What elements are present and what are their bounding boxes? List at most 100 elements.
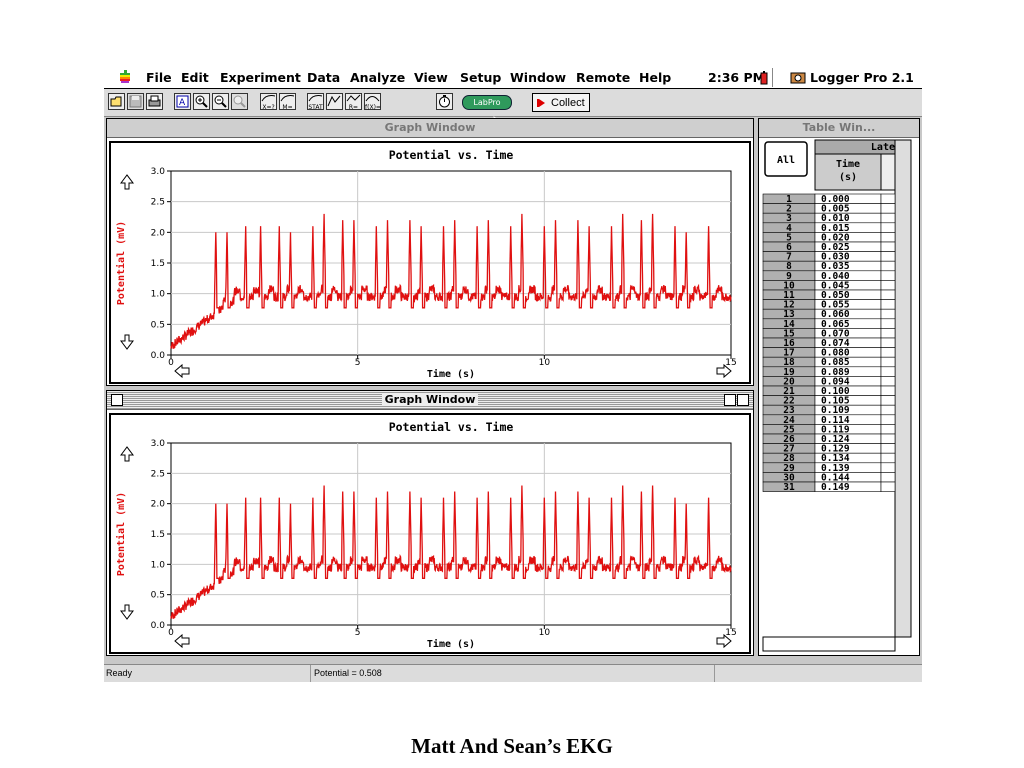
slope-icon[interactable]: M= <box>279 93 296 111</box>
x-tick-label: 15 <box>725 358 736 368</box>
logger-pro-app-icon <box>790 71 806 88</box>
status-bar: Ready Potential = 0.508 <box>104 664 922 682</box>
chart-title: Potential vs. Time <box>389 420 514 434</box>
y-axis-label: Potential (mV) <box>115 221 127 305</box>
curve-fit-icon[interactable]: f(X)= <box>364 93 381 111</box>
row-number: 31 <box>783 482 795 493</box>
all-button-label: All <box>777 155 795 166</box>
menu-experiment[interactable]: Experiment <box>220 70 301 85</box>
chart-potential-vs-time-bottom[interactable]: Potential vs. Time 0 5 10 15 0.0 0.5 1.0 1.5 2.0 2… <box>111 415 749 652</box>
x-tick-label: 5 <box>355 358 361 368</box>
close-box-icon[interactable] <box>111 394 123 406</box>
undo-zoom-icon[interactable] <box>231 93 248 110</box>
battery-icon <box>760 71 768 88</box>
scroll-up-arrow-icon[interactable] <box>120 446 134 462</box>
x-tick-label: 5 <box>355 628 361 638</box>
column-header-line1: Time <box>836 158 860 170</box>
stopwatch-icon[interactable] <box>436 93 453 110</box>
empty-cell <box>880 366 896 377</box>
x-tick-label: 15 <box>725 628 736 638</box>
y-tick-label: 2.5 <box>151 198 165 208</box>
menu-view[interactable]: View <box>414 70 448 85</box>
print-icon[interactable] <box>146 93 163 110</box>
menu-data[interactable]: Data <box>307 70 340 85</box>
empty-cell <box>880 222 896 233</box>
data-table[interactable]: AllLateTime(s)1 0.0002 0.0053 0.0104 0.0155 0… <box>759 138 919 655</box>
examine-label: X=? <box>262 104 275 111</box>
y-tick-label: 0.0 <box>151 621 166 631</box>
empty-cell <box>880 212 896 224</box>
y-tick-label: 1.0 <box>151 290 166 300</box>
graph-window-bottom: Graph Window Potential vs. Time 0 5 10 15 0.0… <box>106 390 754 656</box>
zoom-in-icon[interactable] <box>193 93 210 110</box>
menu-clock[interactable]: 2:36 PM <box>708 70 765 85</box>
empty-cell <box>880 328 896 339</box>
time-value: 0.149 <box>821 482 850 493</box>
x-tick-label: 0 <box>168 358 174 368</box>
collapse-box-icon[interactable] <box>737 394 749 406</box>
chart-title: Potential vs. Time <box>389 148 514 162</box>
y-tick-label: 3.0 <box>151 167 166 177</box>
save-disk-icon[interactable] <box>127 93 144 110</box>
scroll-down-arrow-icon[interactable] <box>120 604 134 620</box>
y-tick-label: 2.0 <box>151 228 166 238</box>
empty-cell <box>880 241 896 252</box>
graph-window-top-titlebar[interactable]: Graph Window <box>107 119 753 138</box>
empty-cell <box>880 481 896 492</box>
menu-edit[interactable]: Edit <box>181 70 209 85</box>
scroll-down-arrow-icon[interactable] <box>120 334 134 350</box>
play-icon <box>539 99 545 107</box>
empty-cell <box>880 289 896 300</box>
autoscale-icon[interactable]: A <box>174 93 191 110</box>
dataset-header-label: Late <box>871 142 895 153</box>
y-tick-label: 0.5 <box>151 591 165 601</box>
y-tick-label: 1.5 <box>151 259 165 269</box>
menu-remote[interactable]: Remote <box>576 70 630 85</box>
x-tick-label: 10 <box>539 628 551 638</box>
zoom-box-icon[interactable] <box>724 394 736 406</box>
chart-potential-vs-time-top[interactable]: Potential vs. Time 0 5 10 15 0.0 0.5 1.0 1.5 2.0 2… <box>111 143 749 382</box>
menu-analyze[interactable]: Analyze <box>350 70 405 85</box>
graph-frame-top: Potential vs. Time 0 5 10 15 0.0 0.5 1.0 1.5 2.0 2… <box>109 141 751 384</box>
screen: File Edit Experiment Data Analyze View S… <box>104 68 922 682</box>
y-tick-label: 2.0 <box>151 500 166 510</box>
apple-menu[interactable] <box>118 70 132 87</box>
empty-cell <box>880 193 896 204</box>
menu-file[interactable]: File <box>146 70 172 85</box>
scroll-up-arrow-icon[interactable] <box>120 174 134 190</box>
application-menu[interactable]: Logger Pro 2.1 <box>810 70 914 85</box>
scroll-left-arrow-icon[interactable] <box>174 363 190 379</box>
svg-text:A: A <box>179 98 186 108</box>
all-button[interactable]: All <box>764 141 808 177</box>
scroll-left-arrow-icon[interactable] <box>174 633 190 649</box>
zoom-out-icon[interactable] <box>212 93 229 110</box>
horizontal-scrollbar[interactable] <box>762 636 896 652</box>
empty-cell <box>880 433 896 444</box>
menu-window[interactable]: Window <box>510 70 566 85</box>
labpro-interface-button[interactable]: LabPro <box>462 95 512 110</box>
collect-button[interactable]: Collect <box>532 93 590 112</box>
open-folder-icon[interactable] <box>108 93 125 110</box>
menu-setup[interactable]: Setup <box>460 70 501 85</box>
status-readout: Potential = 0.508 <box>314 668 382 678</box>
column-header-line2: (s) <box>839 172 857 183</box>
y-tick-label: 0.0 <box>151 351 166 361</box>
slide-caption: Matt And Sean’s EKG <box>411 734 613 758</box>
empty-cell <box>880 203 896 214</box>
empty-cell <box>880 260 896 272</box>
toolbar: A X=? M= STAT R= f(X)= LabPro Collect <box>104 89 922 131</box>
status-text: Ready <box>106 668 133 678</box>
graph-window-top: Graph Window Potential vs. Time 0 5 10 15 0.0… <box>106 118 754 386</box>
tangent-icon[interactable]: R= <box>345 93 362 111</box>
statistics-icon[interactable]: STAT <box>307 93 324 111</box>
column-header-empty <box>880 153 896 191</box>
integral-icon[interactable] <box>326 93 343 110</box>
empty-cell <box>880 337 896 348</box>
empty-cell <box>880 308 896 320</box>
graph-window-bottom-titlebar[interactable]: Graph Window <box>107 391 753 410</box>
vertical-scrollbar[interactable] <box>894 139 912 638</box>
examine-icon[interactable]: X=? <box>260 93 277 111</box>
table-window-titlebar[interactable]: Table Win... <box>759 119 919 138</box>
empty-cell <box>880 404 896 416</box>
menu-help[interactable]: Help <box>639 70 671 85</box>
